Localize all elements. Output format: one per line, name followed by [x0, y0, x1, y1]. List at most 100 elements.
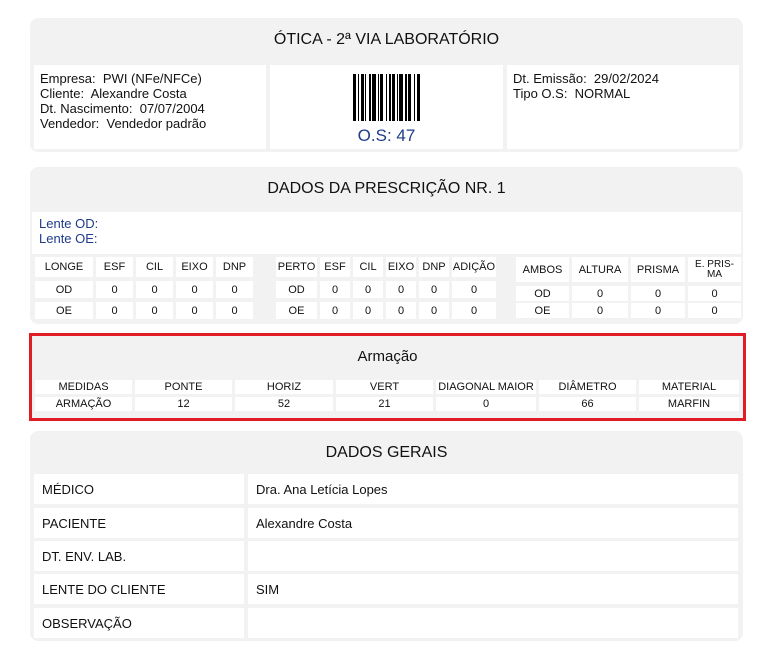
ambos-cell: OE: [516, 303, 569, 318]
longe-header: ESF: [96, 257, 133, 277]
ambos-cell: 0: [572, 286, 628, 301]
barcode-box: O.S: 47: [270, 65, 503, 149]
armacao-header: MEDIDAS: [35, 380, 132, 394]
emissao-value: 29/02/2024: [593, 71, 659, 86]
armacao-cell: 52: [235, 397, 333, 411]
ambos-table: AMBOS ALTURA PRISMA E. PRIS- MA OD 0 0 0…: [516, 257, 741, 322]
perto-cell: 0: [320, 281, 350, 298]
armacao-cell: ARMAÇÃO: [35, 397, 132, 411]
armacao-title: Armação: [357, 348, 418, 365]
longe-header: LONGE: [35, 257, 93, 277]
perto-header: CIL: [353, 257, 383, 277]
ambos-cell: 0: [688, 286, 741, 301]
gerais-row: PACIENTE Alexandre Costa: [34, 508, 738, 538]
longe-header: EIXO: [176, 257, 213, 277]
armacao-header-row: MEDIDAS PONTE HORIZ VERT DIAGONAL MAIOR …: [35, 380, 739, 394]
perto-cell: 0: [386, 302, 416, 319]
lente-od-label: Lente OD:: [39, 216, 99, 231]
ambos-header: ALTURA: [572, 257, 628, 282]
cliente-value: Alexandre Costa: [90, 86, 187, 101]
perto-cell: 0: [386, 281, 416, 298]
armacao-value-row: ARMAÇÃO 12 52 21 0 66 MARFIN: [35, 397, 739, 411]
armacao-cell: 21: [336, 397, 433, 411]
ambos-cell: 0: [631, 303, 685, 318]
armacao-cell: 0: [436, 397, 536, 411]
lente-oe-label: Lente OE:: [39, 231, 98, 246]
gerais-value: [248, 608, 738, 638]
longe-cell: OD: [35, 281, 93, 298]
ambos-cell: 0: [572, 303, 628, 318]
dados-gerais-title: DADOS GERAIS: [325, 444, 448, 461]
perto-cell: 0: [452, 302, 496, 319]
perto-table: PERTO ESF CIL EIXO DNP ADIÇÃO OD 0 0 0 0…: [276, 257, 496, 323]
longe-cell: 0: [176, 302, 213, 319]
vendedor-line: Vendedor: Vendedor padrão: [40, 116, 207, 131]
perto-cell: OE: [276, 302, 317, 319]
armacao-cell: 66: [539, 397, 636, 411]
longe-header: CIL: [136, 257, 173, 277]
ambos-cell: 0: [631, 286, 685, 301]
lens-box: Lente OD: Lente OE:: [32, 212, 741, 254]
ambos-cell: OD: [516, 286, 569, 301]
gerais-key: MÉDICO: [34, 474, 244, 504]
armacao-header: DIÂMETRO: [539, 380, 636, 394]
gerais-value: [248, 541, 738, 571]
nascimento-line: Dt. Nascimento: 07/07/2004: [40, 101, 205, 116]
longe-header: DNP: [216, 257, 253, 277]
ambos-header: AMBOS: [516, 257, 569, 282]
empresa-value: PWI (NFe/NFCe): [102, 71, 202, 86]
barcode-bar: [417, 74, 420, 121]
tipo-value: NORMAL: [574, 86, 631, 101]
gerais-row: DT. ENV. LAB.: [34, 541, 738, 571]
perto-cell: 0: [419, 302, 449, 319]
armacao-header: PONTE: [135, 380, 232, 394]
gerais-row: OBSERVAÇÃO: [34, 608, 738, 638]
armacao-cell: MARFIN: [639, 397, 739, 411]
perto-cell: 0: [320, 302, 350, 319]
barcode-image: [353, 74, 420, 121]
gerais-key: PACIENTE: [34, 508, 244, 538]
perto-cell: 0: [353, 302, 383, 319]
perto-header: DNP: [419, 257, 449, 277]
gerais-key: OBSERVAÇÃO: [34, 608, 244, 638]
os-title: ÓTICA - 2ª VIA LABORATÓRIO: [273, 31, 500, 48]
prescription-title: DADOS DA PRESCRIÇÃO NR. 1: [267, 180, 506, 197]
gerais-key: LENTE DO CLIENTE: [34, 574, 244, 604]
os-number: O.S: 47: [357, 126, 416, 145]
emissao-line: Dt. Emissão: 29/02/2024: [513, 71, 659, 86]
ambos-header: PRISMA: [631, 257, 685, 282]
perto-header: ESF: [320, 257, 350, 277]
ambos-cell: 0: [688, 303, 741, 318]
longe-cell: 0: [136, 281, 173, 298]
armacao-header: DIAGONAL MAIOR: [436, 380, 536, 394]
gerais-value: Dra. Ana Letícia Lopes: [248, 474, 738, 504]
armacao-header: VERT: [336, 380, 433, 394]
longe-cell: 0: [176, 281, 213, 298]
perto-cell: 0: [353, 281, 383, 298]
ambos-header: E. PRIS- MA: [688, 257, 741, 282]
emission-info-box: Dt. Emissão: 29/02/2024 Tipo O.S: NORMAL: [507, 65, 739, 149]
tipo-line: Tipo O.S: NORMAL: [513, 86, 631, 101]
longe-cell: 0: [216, 302, 253, 319]
gerais-value: Alexandre Costa: [248, 508, 738, 538]
armacao-card: Armação MEDIDAS PONTE HORIZ VERT DIAGONA…: [32, 336, 743, 418]
cliente-line: Cliente: Alexandre Costa: [40, 86, 187, 101]
longe-table: LONGE ESF CIL EIXO DNP OD 0 0 0 0 OE 0 0…: [35, 257, 253, 323]
dados-gerais-card: DADOS GERAIS MÉDICO Dra. Ana Letícia Lop…: [30, 431, 743, 641]
prescription-card: DADOS DA PRESCRIÇÃO NR. 1 Lente OD: Lent…: [30, 167, 743, 324]
gerais-key: DT. ENV. LAB.: [34, 541, 244, 571]
longe-cell: OE: [35, 302, 93, 319]
longe-cell: 0: [216, 281, 253, 298]
empresa-line: Empresa: PWI (NFe/NFCe): [40, 71, 202, 86]
gerais-row: MÉDICO Dra. Ana Letícia Lopes: [34, 474, 738, 504]
gerais-value: SIM: [248, 574, 738, 604]
perto-header: ADIÇÃO: [452, 257, 496, 277]
perto-header: EIXO: [386, 257, 416, 277]
armacao-cell: 12: [135, 397, 232, 411]
perto-header: PERTO: [276, 257, 317, 277]
armacao-header: MATERIAL: [639, 380, 739, 394]
armacao-header: HORIZ: [235, 380, 333, 394]
perto-cell: 0: [419, 281, 449, 298]
nascimento-value: 07/07/2004: [139, 101, 205, 116]
gerais-row: LENTE DO CLIENTE SIM: [34, 574, 738, 604]
